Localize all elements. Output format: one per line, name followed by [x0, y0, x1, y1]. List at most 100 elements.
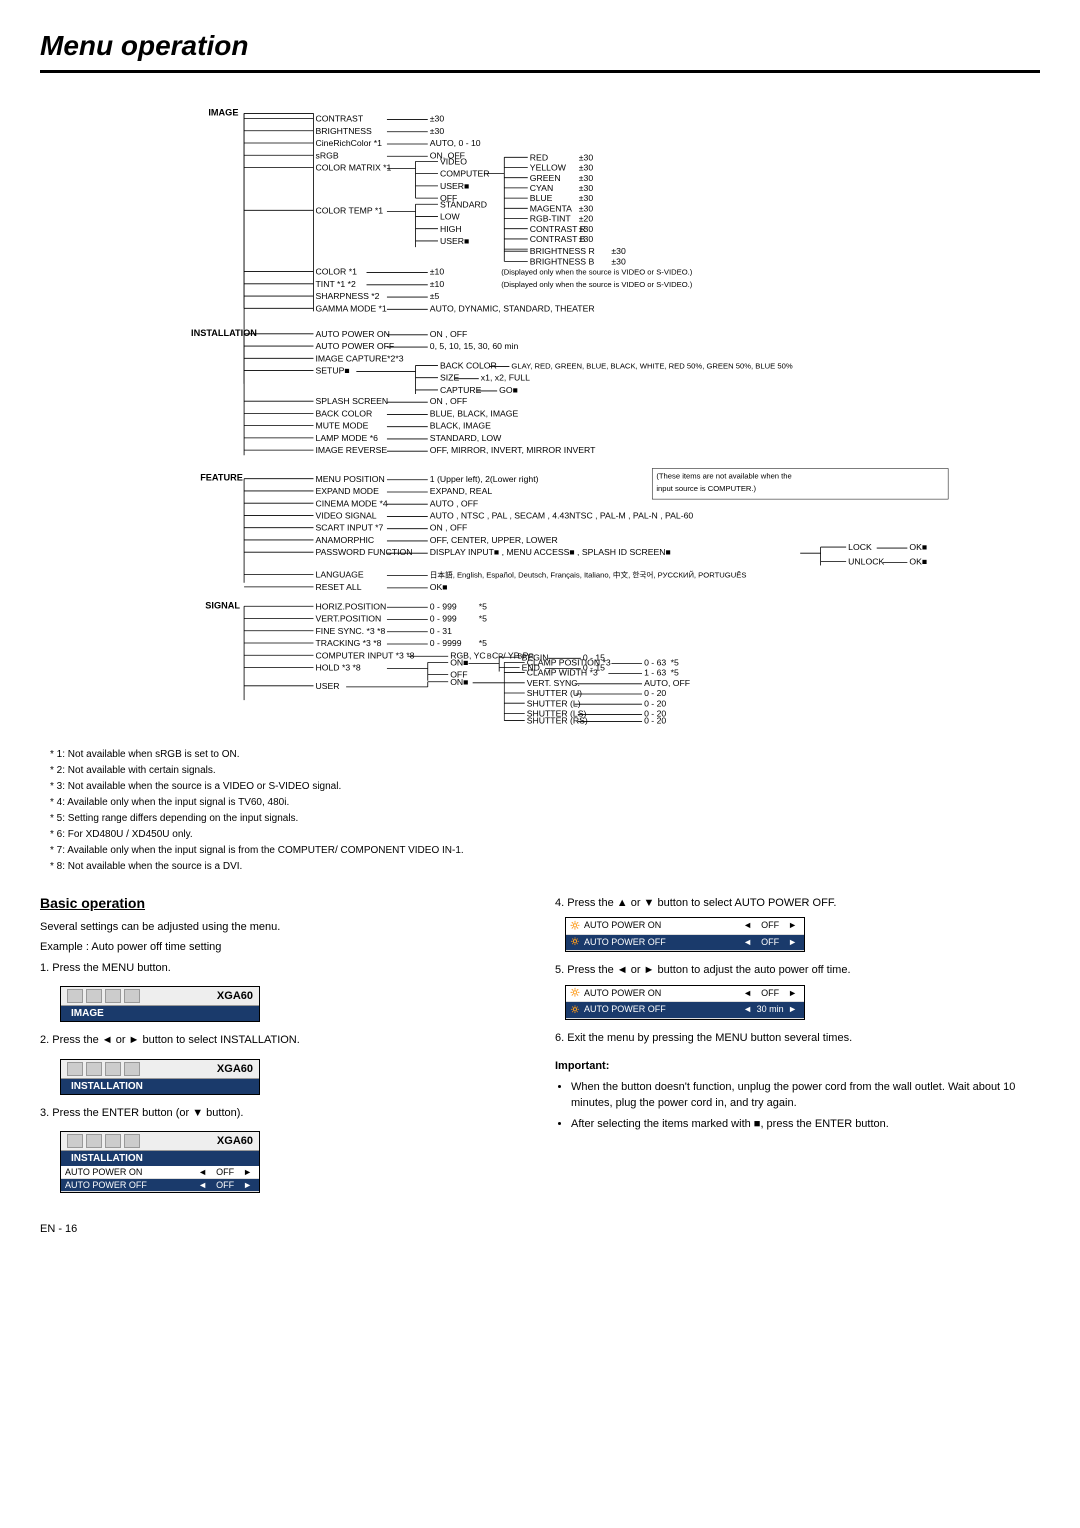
basic-operation-section: Basic operation Several settings can be … [40, 895, 525, 1204]
menu-diagram: IMAGE CONTRAST ±30 BRIGHTNESS ±30 CineRi… [40, 93, 1040, 729]
svg-text:CLAMP WIDTH *3: CLAMP WIDTH *3 [527, 668, 598, 678]
svg-text:VIDEO SIGNAL: VIDEO SIGNAL [316, 511, 377, 521]
auto-power-off-icon-1: 🔅 [570, 936, 580, 948]
step-5: 5. Press the ◄ or ► button to adjust the… [555, 962, 1040, 979]
svg-text:RESET ALL: RESET ALL [316, 582, 362, 592]
footnote-4: * 4: Available only when the input signa… [50, 795, 1040, 811]
svg-text:HIGH: HIGH [440, 224, 462, 234]
svg-text:HORIZ.POSITION: HORIZ.POSITION [316, 601, 387, 611]
svg-text:BRIGHTNESS B: BRIGHTNESS B [530, 256, 595, 266]
footnote-2: * 2: Not available with certain signals. [50, 763, 1040, 779]
svg-text:TRACKING *3 *8: TRACKING *3 *8 [316, 638, 382, 648]
svg-text:±30: ±30 [579, 203, 594, 213]
svg-text:STANDARD, LOW: STANDARD, LOW [430, 433, 502, 443]
svg-text:*5: *5 [479, 638, 487, 648]
svg-text:RED: RED [530, 152, 548, 162]
svg-text:±30: ±30 [579, 152, 594, 162]
auto-power-on-row-1: 🔆 AUTO POWER ON ◄ OFF ► [566, 918, 804, 935]
svg-text:sRGB: sRGB [316, 150, 339, 160]
step-3: 3. Press the ENTER button (or ▼ button). [40, 1105, 525, 1122]
svg-text:ON■: ON■ [450, 677, 468, 687]
svg-text:SPLASH SCREEN: SPLASH SCREEN [316, 396, 389, 406]
svg-text:BRIGHTNESS R: BRIGHTNESS R [530, 246, 595, 256]
svg-text:HOLD *3 *8: HOLD *3 *8 [316, 663, 361, 673]
svg-text:SCART INPUT *7: SCART INPUT *7 [316, 523, 384, 533]
svg-text:ON , OFF: ON , OFF [430, 396, 468, 406]
footnote-3: * 3: Not available when the source is a … [50, 779, 1040, 795]
menu-brand-1: XGA60 [217, 990, 253, 1002]
svg-text:ON , OFF: ON , OFF [430, 329, 468, 339]
svg-text:GLAY, RED, GREEN, BLUE, BLACK,: GLAY, RED, GREEN, BLUE, BLACK, WHITE, RE… [511, 362, 792, 371]
svg-text:OK■: OK■ [909, 542, 927, 552]
svg-text:CONTRAST B: CONTRAST B [530, 234, 586, 244]
svg-text:AUTO, DYNAMIC, STANDARD, THEAT: AUTO, DYNAMIC, STANDARD, THEATER [430, 303, 595, 313]
auto-power-off-row-1: 🔅 AUTO POWER OFF ◄ OFF ► [566, 935, 804, 952]
svg-text:(Displayed only when the sourc: (Displayed only when the source is VIDEO… [501, 280, 693, 289]
svg-text:SETUP■: SETUP■ [316, 366, 350, 376]
svg-text:±30: ±30 [611, 256, 626, 266]
auto-power-off-val: OFF [210, 1180, 240, 1190]
svg-text:SHUTTER (L): SHUTTER (L) [527, 698, 581, 708]
svg-text:input source is COMPUTER.): input source is COMPUTER.) [656, 484, 756, 493]
svg-text:LANGUAGE: LANGUAGE [316, 570, 364, 580]
footnote-1: * 1: Not available when sRGB is set to O… [50, 747, 1040, 763]
svg-text:0 - 31: 0 - 31 [430, 626, 452, 636]
svg-text:CAPTURE: CAPTURE [440, 385, 482, 395]
svg-text:0 - 20: 0 - 20 [644, 698, 666, 708]
svg-text:OFF, MIRROR, INVERT, MIRROR IN: OFF, MIRROR, INVERT, MIRROR INVERT [430, 445, 596, 455]
footnote-7: * 7: Available only when the input signa… [50, 843, 1040, 859]
svg-text:IMAGE REVERSE: IMAGE REVERSE [316, 445, 388, 455]
important-section: Important: When the button doesn't funct… [555, 1058, 1040, 1132]
svg-text:OK■: OK■ [909, 556, 927, 566]
ap-off-val-1: OFF [755, 936, 785, 950]
svg-text:MENU POSITION: MENU POSITION [316, 474, 385, 484]
step-3-text: Press the ENTER button (or ▼ button). [52, 1107, 243, 1119]
svg-text:*5: *5 [479, 614, 487, 624]
ap-off-label-1: AUTO POWER OFF [584, 936, 740, 950]
svg-text:AUTO, OFF: AUTO, OFF [644, 678, 690, 688]
step-4-text: Press the ▲ or ▼ button to select AUTO P… [567, 897, 836, 909]
svg-text:USER■: USER■ [440, 236, 469, 246]
footnote-8: * 8: Not available when the source is a … [50, 859, 1040, 875]
svg-text:VERT.POSITION: VERT.POSITION [316, 614, 382, 624]
menu-brand-3: XGA60 [217, 1135, 253, 1147]
footnote-6: * 6: For XD480U / XD450U only. [50, 827, 1040, 843]
svg-text:AUTO POWER OFF: AUTO POWER OFF [316, 341, 395, 351]
svg-text:0 - 999: 0 - 999 [430, 601, 457, 611]
auto-power-on-row-2: 🔆 AUTO POWER ON ◄ OFF ► [566, 986, 804, 1003]
svg-text:*5: *5 [479, 601, 487, 611]
menu-icon-10 [86, 1134, 102, 1148]
svg-text:OK■: OK■ [430, 582, 448, 592]
step-6-text: Exit the menu by pressing the MENU butto… [567, 1032, 852, 1044]
svg-text:(These items are not available: (These items are not available when the [656, 472, 791, 481]
svg-text:CONTRAST R: CONTRAST R [530, 224, 586, 234]
step-1-text: Press the MENU button. [52, 962, 171, 974]
menu-icon-12 [124, 1134, 140, 1148]
menu-icon-8 [124, 1062, 140, 1076]
svg-text:YELLOW: YELLOW [530, 163, 567, 173]
svg-text:SIGNAL: SIGNAL [205, 600, 240, 610]
menu-icon-2 [86, 989, 102, 1003]
svg-text:*5: *5 [671, 668, 679, 678]
svg-text:AUTO , NTSC , PAL , SECAM , 4.: AUTO , NTSC , PAL , SECAM , 4.43NTSC , P… [430, 511, 694, 521]
svg-text:0 - 999: 0 - 999 [430, 614, 457, 624]
svg-text:1 - 63: 1 - 63 [644, 668, 666, 678]
svg-text:TINT *1 *2: TINT *1 *2 [316, 279, 356, 289]
svg-text:GAMMA MODE *1: GAMMA MODE *1 [316, 303, 387, 313]
svg-text:±30: ±30 [579, 183, 594, 193]
step-2: 2. Press the ◄ or ► button to select INS… [40, 1032, 525, 1049]
svg-text:(Displayed only when the sourc: (Displayed only when the source is VIDEO… [501, 268, 693, 277]
svg-text:VIDEO: VIDEO [440, 156, 467, 166]
svg-text:*5: *5 [671, 657, 679, 667]
menu-icon-6 [86, 1062, 102, 1076]
step-2-num: 2. [40, 1034, 52, 1046]
svg-text:FINE SYNC. *3 *8: FINE SYNC. *3 *8 [316, 626, 386, 636]
svg-text:BLUE, BLACK, IMAGE: BLUE, BLACK, IMAGE [430, 408, 519, 418]
svg-text:0 - 20: 0 - 20 [644, 716, 666, 726]
important-bullet-1: When the button doesn't function, unplug… [571, 1079, 1040, 1112]
step-1-num: 1. [40, 962, 52, 974]
svg-text:RGB-TINT: RGB-TINT [530, 214, 572, 224]
svg-text:ON■: ON■ [450, 657, 468, 667]
svg-text:±10: ±10 [430, 267, 445, 277]
svg-text:USER: USER [316, 681, 340, 691]
